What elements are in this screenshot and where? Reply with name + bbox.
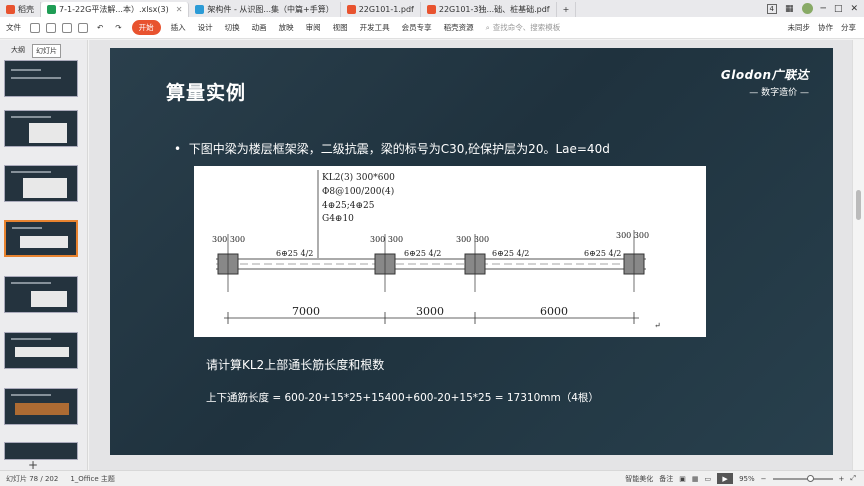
slide-thumbnail[interactable] (4, 442, 78, 460)
rebar-label: 6⊕25 4/2 (584, 249, 621, 258)
close-icon[interactable]: ✕ (176, 5, 183, 14)
pdf-icon (426, 5, 436, 14)
menu-design[interactable]: 设计 (192, 22, 219, 33)
slide-thumbnail[interactable] (4, 332, 78, 369)
tab-doc[interactable]: 架构件 - 从识图...集（中篇+手算） (189, 2, 341, 17)
new-tab-button[interactable]: + (557, 2, 577, 17)
question-text: 请计算KL2上部通长筋长度和根数 (206, 358, 385, 372)
column-dim-label: 300 300 (370, 235, 403, 244)
slide-thumbnail[interactable] (4, 60, 78, 97)
grid-icon[interactable]: ▦ (785, 4, 794, 14)
menu-developer[interactable]: 开发工具 (354, 22, 396, 33)
menu-bar: 文件 ↶ ↷ 开始 插入 设计 切换 动画 放映 审阅 视图 开发工具 会员专享… (0, 17, 864, 39)
menu-view[interactable]: 视图 (327, 22, 354, 33)
undo-icon[interactable]: ↶ (91, 23, 109, 32)
slide-title: 算量实例 (166, 82, 247, 104)
slide-thumbnail[interactable] (4, 388, 78, 425)
slide-panel: 大纲 幻灯片 + (0, 40, 88, 472)
reading-view-icon[interactable]: ▭ (704, 475, 711, 483)
rebar-label: 6⊕25 4/2 (492, 249, 529, 258)
column-dim-label: 300 300 (616, 231, 649, 240)
current-slide[interactable]: 算量实例 Glodon广联达 — 数字造价 — • 下图中梁为楼层框架梁，二级抗… (110, 48, 833, 455)
menu-review[interactable]: 审阅 (300, 22, 327, 33)
doc-icon (195, 5, 205, 14)
page-indicator: 幻灯片 78 / 202 (6, 474, 59, 483)
notes-button[interactable]: 备注 (659, 474, 673, 484)
tab-pdf-3[interactable]: 22G101-3独...础、桩基础.pdf (421, 2, 557, 17)
status-bar: 幻灯片 78 / 202 1_Office 主题 智能美化 备注 ▣ ▦ ▭ ▶… (0, 470, 864, 486)
command-search[interactable]: ⌕ 查找命令、搜索模板 (486, 22, 561, 33)
tab-daoke[interactable]: 稻壳 (0, 2, 41, 17)
grid-view-icon[interactable]: ▦ (692, 475, 699, 483)
preview-icon[interactable] (78, 22, 88, 33)
beam-drawing: KL2(3) 300*600 Φ8@100/200(4) 4⊕25;4⊕25 G… (194, 166, 706, 337)
zoom-out-icon[interactable]: − (761, 475, 767, 483)
answer-text: 上下通筋长度 = 600-20+15*25+15400+600-20+15*25… (206, 392, 599, 404)
slide-thumbnail-selected[interactable] (4, 220, 78, 257)
zoom-level: 95% (739, 474, 755, 483)
menu-transition[interactable]: 切换 (219, 22, 246, 33)
zoom-slider[interactable] (772, 474, 833, 482)
sync-button[interactable]: 未同步 (788, 22, 811, 33)
normal-view-icon[interactable]: ▣ (679, 475, 686, 483)
menu-file[interactable]: 文件 (0, 22, 27, 33)
fit-icon[interactable]: ⤢ (850, 474, 856, 483)
zoom-in-icon[interactable]: + (839, 475, 845, 483)
return-mark-icon: ↵ (654, 321, 661, 330)
beautify-button[interactable]: 智能美化 (625, 474, 653, 484)
tab-pdf-1[interactable]: 22G101-1.pdf (341, 2, 421, 17)
rebar-label: 6⊕25 4/2 (404, 249, 441, 258)
share-button[interactable]: 分享 (841, 22, 856, 33)
span-length: 6000 (540, 305, 568, 318)
tab-outline[interactable]: 大纲 (8, 44, 28, 58)
vertical-scrollbar[interactable] (852, 40, 864, 470)
problem-statement: • 下图中梁为楼层框架梁，二级抗震，梁的标号为C30,砼保护层为20。Lae=4… (174, 142, 610, 156)
slide-thumbnail[interactable] (4, 110, 78, 147)
menu-slideshow[interactable]: 放映 (273, 22, 300, 33)
menu-daoke-resources[interactable]: 稻壳资源 (438, 22, 480, 33)
menu-insert[interactable]: 插入 (165, 22, 192, 33)
close-window-icon[interactable]: ✕ (850, 4, 858, 14)
daoke-icon (6, 5, 15, 14)
span-length: 3000 (416, 305, 444, 318)
window-count-badge[interactable]: 4 (766, 3, 777, 14)
column-dim-label: 300 300 (212, 235, 245, 244)
menu-start[interactable]: 开始 (131, 20, 161, 35)
play-icon[interactable]: ▶ (717, 473, 734, 484)
beam-anno: Φ8@100/200(4) (322, 186, 394, 197)
slide-thumbnail[interactable] (4, 165, 78, 202)
save-icon[interactable] (30, 22, 40, 33)
theme-name: 1_Office 主题 (70, 474, 115, 483)
beam-anno: KL2(3) 300*600 (322, 172, 395, 183)
glodon-logo: Glodon广联达 — 数字造价 — (720, 68, 809, 98)
rebar-label: 6⊕25 4/2 (276, 249, 313, 258)
beam-anno: G4⊕10 (322, 214, 354, 224)
tab-xlsx[interactable]: 7-1-22G平法解...本）.xlsx(3) ✕ (41, 2, 190, 17)
excel-icon (47, 5, 56, 14)
avatar[interactable] (801, 3, 813, 14)
slide-thumbnail[interactable] (4, 276, 78, 313)
span-length: 7000 (292, 305, 320, 318)
column-dim-label: 300 300 (456, 235, 489, 244)
pdf-icon (346, 5, 356, 14)
beam-anno: 4⊕25;4⊕25 (322, 201, 375, 211)
minimize-icon[interactable]: ─ (821, 4, 826, 14)
title-bar: 稻壳 7-1-22G平法解...本）.xlsx(3) ✕ 架构件 - 从识图...… (0, 0, 864, 17)
collab-button[interactable]: 协作 (818, 22, 833, 33)
search-icon: ⌕ (485, 22, 490, 32)
menu-animation[interactable]: 动画 (246, 22, 273, 33)
maximize-icon[interactable]: □ (834, 4, 843, 14)
menu-member[interactable]: 会员专享 (396, 22, 438, 33)
redo-icon[interactable]: ↷ (109, 23, 127, 32)
tab-slides[interactable]: 幻灯片 (32, 44, 61, 58)
print-icon[interactable] (62, 22, 72, 33)
export-icon[interactable] (46, 22, 56, 33)
